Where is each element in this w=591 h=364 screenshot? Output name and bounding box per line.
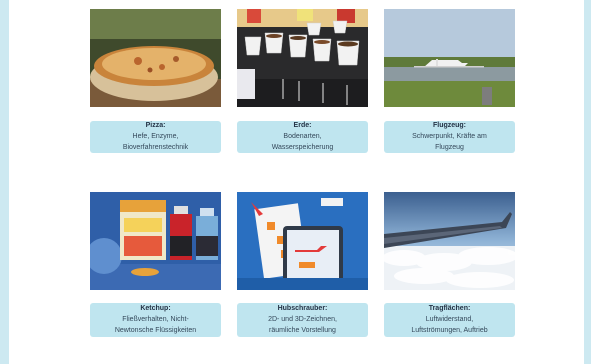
soil-cups-photo [237, 9, 368, 107]
card-line: Schwerpunkt, Kräfte am [412, 133, 487, 140]
card-line: Newtonsche Flüssigkeiten [114, 327, 197, 334]
card-line: Luftströmungen, Auftrieb [411, 327, 488, 334]
card-title: Erde: [293, 122, 312, 129]
card-title: Pizza: [145, 122, 166, 129]
topic-card-pizza[interactable]: Pizza: Hefe, Enzyme, Bioverfahrenstechni… [90, 121, 221, 153]
card-line: Fließverhalten, Nicht- [122, 316, 189, 323]
card-line: Bioverfahrenstechnik [122, 144, 189, 151]
airplane-runway-photo [384, 9, 515, 107]
card-title: Flugzeug: [432, 122, 467, 129]
card-line: räumliche Vorstellung [269, 327, 336, 334]
card-title: Hubschrauber: [277, 305, 328, 312]
topic-card-tragflaechen[interactable]: Tragflächen: Luftwiderstand, Luftströmun… [384, 303, 515, 337]
card-title: Ketchup: [140, 305, 171, 312]
topic-card-flugzeug[interactable]: Flugzeug: Schwerpunkt, Kräfte am Flugzeu… [384, 121, 515, 153]
topic-grid: Pizza: Hefe, Enzyme, Bioverfahrenstechni… [0, 0, 591, 364]
card-line: 2D- und 3D-Zeichnen, [268, 316, 337, 323]
ketchup-bottles-photo [90, 192, 221, 290]
card-line: Flugzeug [435, 144, 464, 151]
topic-card-hubschrauber[interactable]: Hubschrauber: 2D- und 3D-Zeichnen, räuml… [237, 303, 368, 337]
helicopter-tablet-photo [237, 192, 368, 290]
card-title: Tragflächen: [428, 305, 471, 312]
topic-card-erde[interactable]: Erde: Bodenarten, Wasserspeicherung [237, 121, 368, 153]
wing-clouds-photo [384, 192, 515, 290]
pizza-photo [90, 9, 221, 107]
topic-card-ketchup[interactable]: Ketchup: Fließverhalten, Nicht- Newtonsc… [90, 303, 221, 337]
card-line: Luftwiderstand, [425, 316, 474, 323]
card-line: Bodenarten, [283, 133, 322, 140]
card-line: Hefe, Enzyme, [132, 133, 179, 140]
card-line: Wasserspeicherung [271, 144, 334, 151]
